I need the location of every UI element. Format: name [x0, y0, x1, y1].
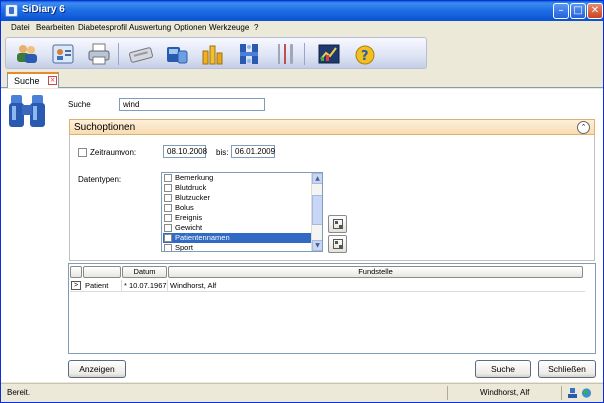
- scroll-thumb[interactable]: [312, 195, 322, 225]
- tab-close-icon[interactable]: ×: [48, 76, 57, 85]
- row-arrow-icon: >: [71, 281, 81, 290]
- bis-date-input[interactable]: 06.01.2009: [231, 145, 275, 158]
- select-all-button[interactable]: [328, 215, 347, 233]
- user-status-icon: [568, 388, 577, 398]
- list-item[interactable]: Bolus: [163, 203, 312, 213]
- list-item[interactable]: Gewicht: [163, 223, 312, 233]
- scroll-down-icon[interactable]: ▼: [312, 240, 322, 251]
- app-icon: [5, 4, 18, 17]
- datentypen-listbox[interactable]: Bemerkung Blutdruck Blutzucker Bolus Ere…: [161, 172, 323, 252]
- status-user: Windhorst, Alf: [480, 388, 530, 397]
- zeitraum-label: Zeitraum: [90, 148, 122, 157]
- menu-help[interactable]: ?: [254, 23, 258, 32]
- menu-optionen[interactable]: Optionen: [174, 23, 206, 32]
- search-panel: Suche wind Suchoptionen ⌃ Zeitraum von: …: [1, 89, 603, 382]
- von-date-input[interactable]: 08.10.2008: [163, 145, 207, 158]
- network-icon[interactable]: [236, 41, 262, 67]
- toolbar-separator: [304, 43, 305, 65]
- search-options-title: Suchoptionen: [74, 122, 136, 133]
- menu-diabetesprofil[interactable]: Diabetesprofil: [78, 23, 127, 32]
- column-header-selector[interactable]: [70, 266, 82, 278]
- status-bar: Bereit. Windhorst, Alf: [1, 383, 603, 402]
- item-checkbox[interactable]: [164, 194, 172, 202]
- document-tabs: Suche ×: [1, 71, 603, 88]
- list-item[interactable]: Blutdruck: [163, 183, 312, 193]
- tab-suche[interactable]: Suche ×: [7, 72, 59, 88]
- select-all-icon: [333, 219, 343, 229]
- collapse-chevron-icon[interactable]: ⌃: [577, 121, 590, 134]
- cell-type: Patient: [83, 280, 122, 292]
- toolbar: ?: [5, 37, 427, 69]
- item-checkbox[interactable]: [164, 244, 172, 251]
- profile-card-icon[interactable]: [50, 41, 76, 67]
- menu-bearbeiten[interactable]: Bearbeiten: [36, 23, 75, 32]
- globe-icon: [581, 388, 592, 398]
- search-input[interactable]: wind: [119, 98, 265, 111]
- close-button[interactable]: ✕: [587, 3, 603, 19]
- item-checkbox[interactable]: [164, 184, 172, 192]
- menu-datei[interactable]: Datei: [11, 23, 30, 32]
- statistics-icon[interactable]: [200, 41, 226, 67]
- list-item-selected[interactable]: ✓ Patientennamen: [163, 233, 312, 243]
- help-icon[interactable]: ?: [352, 41, 378, 67]
- toolbar-separator: [118, 43, 119, 65]
- menu-bar: Datei Bearbeiten Diabetesprofil Auswertu…: [1, 21, 603, 36]
- listbox-scrollbar[interactable]: ▲ ▼: [311, 173, 322, 251]
- keyboard-icon[interactable]: [128, 41, 154, 67]
- row-selector[interactable]: >: [70, 280, 83, 292]
- cell-datum: * 10.07.1967: [124, 280, 168, 292]
- deselect-all-icon: [333, 239, 343, 249]
- column-header-fundstelle[interactable]: Fundstelle: [168, 266, 583, 278]
- device-icon[interactable]: [164, 41, 190, 67]
- zeitraum-checkbox[interactable]: [78, 148, 87, 157]
- deselect-all-button[interactable]: [328, 235, 347, 253]
- list-item[interactable]: Ereignis: [163, 213, 312, 223]
- printer-icon[interactable]: [86, 41, 112, 67]
- cell-fundstelle: Windhorst, Alf: [170, 281, 217, 290]
- status-separator: [561, 386, 562, 400]
- title-bar: SiDiary 6 – □ ✕: [1, 1, 603, 21]
- svg-text:?: ?: [361, 49, 369, 64]
- item-checkbox[interactable]: [164, 204, 172, 212]
- minimize-button[interactable]: –: [553, 3, 569, 19]
- datentypen-label: Datentypen:: [78, 175, 122, 184]
- menu-auswertung[interactable]: Auswertung: [129, 23, 171, 32]
- food-icon[interactable]: [272, 41, 298, 67]
- status-text: Bereit.: [7, 388, 31, 397]
- scroll-up-icon[interactable]: ▲: [312, 173, 322, 184]
- schliessen-button[interactable]: Schließen: [538, 360, 596, 378]
- von-label: von:: [121, 148, 137, 157]
- status-separator: [447, 386, 448, 400]
- item-checkbox-checked[interactable]: ✓: [164, 234, 172, 242]
- list-item[interactable]: Blutzucker: [163, 193, 312, 203]
- results-grid: Datum Fundstelle > Patient * 10.07.1967 …: [68, 263, 596, 354]
- list-item[interactable]: Bemerkung: [163, 173, 312, 183]
- binoculars-icon: [7, 93, 47, 129]
- users-icon[interactable]: [14, 41, 40, 67]
- list-item[interactable]: Sport: [163, 243, 312, 251]
- main-window: SiDiary 6 – □ ✕ Datei Bearbeiten Diabete…: [0, 0, 604, 403]
- suche-button[interactable]: Suche: [475, 360, 531, 378]
- window-title: SiDiary 6: [22, 4, 65, 15]
- search-label: Suche: [68, 100, 91, 109]
- tab-label: Suche: [14, 76, 40, 86]
- menu-werkzeuge[interactable]: Werkzeuge: [209, 23, 249, 32]
- search-options-header[interactable]: Suchoptionen ⌃: [69, 119, 595, 135]
- item-checkbox[interactable]: [164, 214, 172, 222]
- item-checkbox[interactable]: [164, 224, 172, 232]
- table-row[interactable]: > Patient * 10.07.1967 Windhorst, Alf: [70, 280, 585, 292]
- column-header-type[interactable]: [83, 266, 121, 278]
- anzeigen-button[interactable]: Anzeigen: [68, 360, 126, 378]
- item-checkbox[interactable]: [164, 174, 172, 182]
- chart-image-icon[interactable]: [316, 41, 342, 67]
- column-header-datum[interactable]: Datum: [122, 266, 167, 278]
- maximize-button[interactable]: □: [570, 3, 586, 19]
- bis-label: bis:: [216, 148, 229, 157]
